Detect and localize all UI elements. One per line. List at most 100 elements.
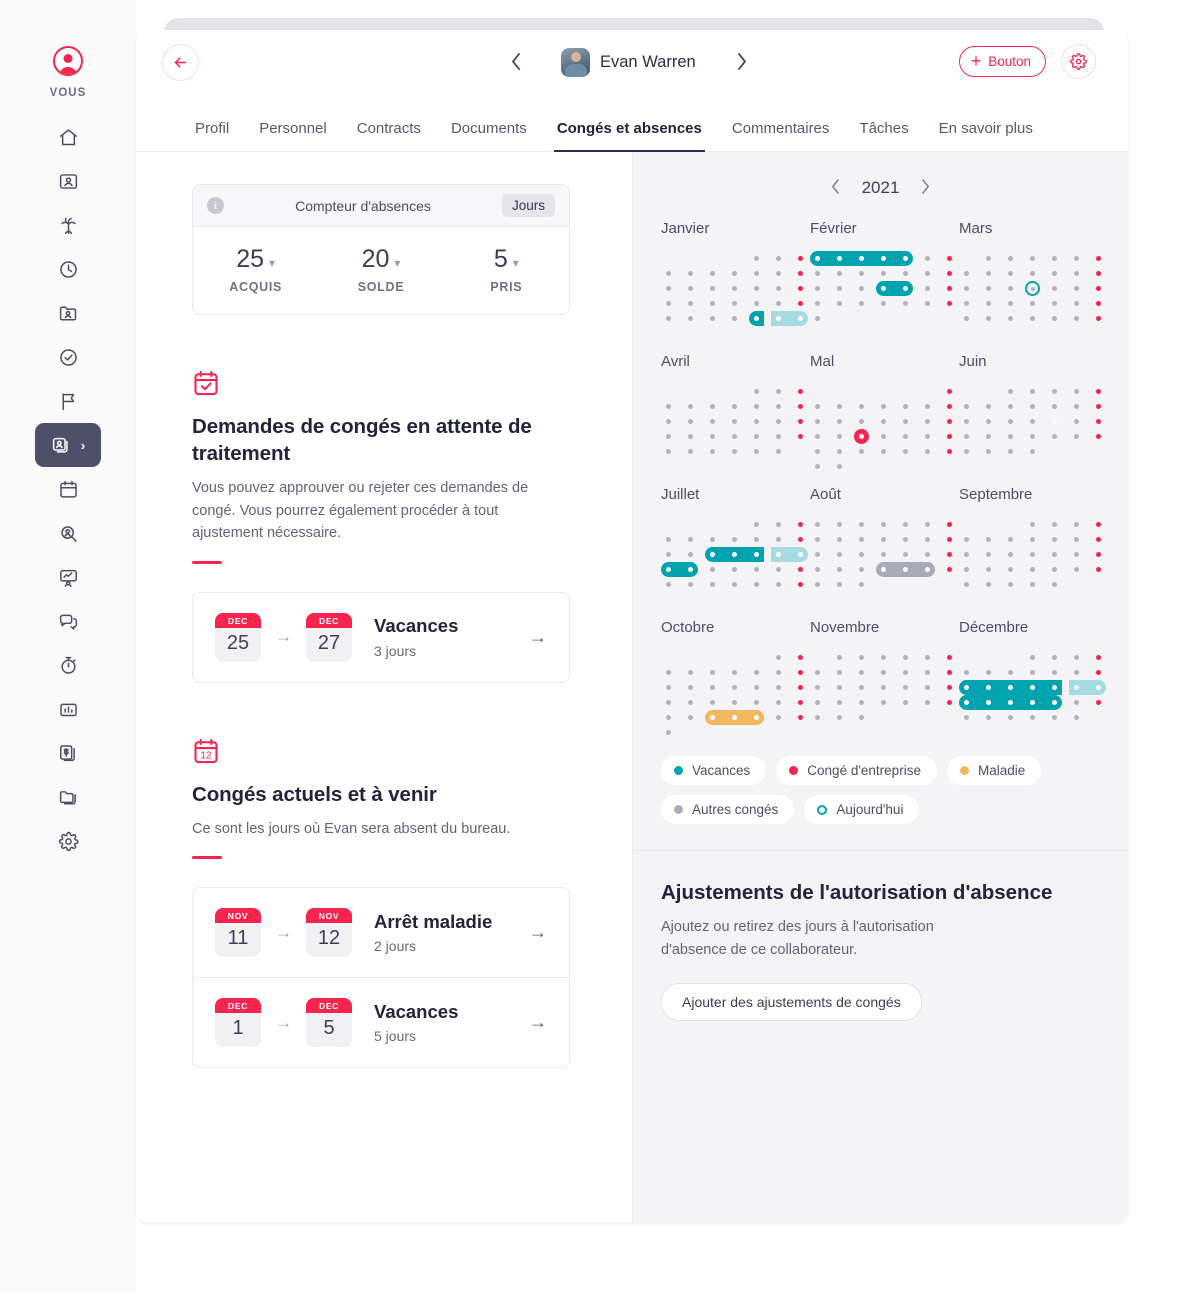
calendar-absence-pill[interactable] bbox=[959, 680, 1062, 695]
calendar-day-dot[interactable] bbox=[964, 715, 969, 720]
calendar-day-dot[interactable] bbox=[688, 301, 693, 306]
calendar-day-dot[interactable] bbox=[881, 271, 886, 276]
calendar-day-dot[interactable] bbox=[815, 449, 820, 454]
calendar-day-dot[interactable] bbox=[732, 434, 737, 439]
calendar-day-dot[interactable] bbox=[1052, 552, 1057, 557]
calendar-day-dot[interactable] bbox=[776, 286, 781, 291]
chevron-down-icon[interactable]: ▾ bbox=[269, 256, 275, 270]
calendar-day-dot[interactable] bbox=[859, 419, 864, 424]
leave-row[interactable]: DEC 25 → DEC 27 Vacances 3 jours → bbox=[193, 593, 569, 682]
calendar-day-dot[interactable] bbox=[1074, 670, 1079, 675]
calendar-day-dot[interactable] bbox=[776, 567, 781, 572]
calendar-day-dot[interactable] bbox=[925, 655, 930, 660]
calendar-day-dot[interactable] bbox=[688, 537, 693, 542]
calendar-day-dot[interactable] bbox=[798, 685, 803, 690]
calendar-day-dot[interactable] bbox=[964, 271, 969, 276]
calendar-day-dot[interactable] bbox=[859, 655, 864, 660]
calendar-day-dot[interactable] bbox=[754, 685, 759, 690]
sidebar-item-settings[interactable] bbox=[37, 819, 99, 863]
calendar-day-dot[interactable] bbox=[986, 670, 991, 675]
calendar-day-dot[interactable] bbox=[815, 419, 820, 424]
calendar-day-dot[interactable] bbox=[710, 286, 715, 291]
calendar-day-dot[interactable] bbox=[1096, 522, 1101, 527]
calendar-day-dot[interactable] bbox=[1030, 670, 1035, 675]
calendar-day-dot[interactable] bbox=[815, 434, 820, 439]
calendar-day-dot[interactable] bbox=[1096, 256, 1101, 261]
calendar-day-dot[interactable] bbox=[1030, 582, 1035, 587]
calendar-day-dot[interactable] bbox=[881, 537, 886, 542]
calendar-day-dot[interactable] bbox=[947, 419, 952, 424]
calendar-day-dot[interactable] bbox=[754, 419, 759, 424]
calendar-day-dot[interactable] bbox=[1052, 655, 1057, 660]
calendar-day-dot[interactable] bbox=[732, 567, 737, 572]
calendar-day-dot[interactable] bbox=[1074, 301, 1079, 306]
calendar-day-dot[interactable] bbox=[1096, 301, 1101, 306]
chevron-down-icon[interactable]: ▾ bbox=[394, 256, 400, 270]
calendar-day-dot[interactable] bbox=[881, 419, 886, 424]
calendar-day-dot[interactable] bbox=[903, 655, 908, 660]
calendar-day-dot[interactable] bbox=[881, 404, 886, 409]
calendar-day-dot[interactable] bbox=[776, 582, 781, 587]
calendar-day-dot[interactable] bbox=[710, 271, 715, 276]
calendar-day-dot[interactable] bbox=[732, 582, 737, 587]
calendar-day-dot[interactable] bbox=[837, 419, 842, 424]
legend-item[interactable]: Maladie bbox=[946, 756, 1042, 785]
calendar-day-dot[interactable] bbox=[837, 464, 842, 469]
calendar-day-dot[interactable] bbox=[964, 434, 969, 439]
calendar-absence-pill[interactable] bbox=[771, 311, 808, 326]
calendar-day-dot[interactable] bbox=[1008, 271, 1013, 276]
calendar-day-dot[interactable] bbox=[1052, 434, 1057, 439]
calendar-day-dot[interactable] bbox=[815, 670, 820, 675]
calendar-day-dot[interactable] bbox=[1052, 404, 1057, 409]
calendar-day-dot[interactable] bbox=[1008, 404, 1013, 409]
calendar-day-dot[interactable] bbox=[903, 537, 908, 542]
calendar-day-dot[interactable] bbox=[710, 670, 715, 675]
unit-toggle[interactable]: Jours bbox=[501, 194, 555, 217]
calendar-day-dot[interactable] bbox=[754, 582, 759, 587]
calendar-day-dot[interactable] bbox=[947, 256, 952, 261]
calendar-day-dot[interactable] bbox=[1030, 271, 1035, 276]
calendar-day-dot[interactable] bbox=[688, 286, 693, 291]
calendar-day-dot[interactable] bbox=[903, 404, 908, 409]
calendar-day-dot[interactable] bbox=[754, 286, 759, 291]
calendar-day-dot[interactable] bbox=[754, 271, 759, 276]
calendar-day-dot[interactable] bbox=[688, 419, 693, 424]
calendar-day-dot[interactable] bbox=[776, 537, 781, 542]
calendar-day-dot[interactable] bbox=[732, 419, 737, 424]
sidebar-item-tracking[interactable] bbox=[37, 643, 99, 687]
calendar-day-dot[interactable] bbox=[815, 537, 820, 542]
next-year-button[interactable] bbox=[921, 178, 930, 198]
calendar-day-dot[interactable] bbox=[815, 685, 820, 690]
calendar-day-dot[interactable] bbox=[732, 670, 737, 675]
calendar-day-dot[interactable] bbox=[925, 256, 930, 261]
calendar-day-dot[interactable] bbox=[925, 552, 930, 557]
calendar-day-dot[interactable] bbox=[776, 655, 781, 660]
calendar-day-dot[interactable] bbox=[947, 434, 952, 439]
calendar-day-dot[interactable] bbox=[947, 670, 952, 675]
calendar-day-dot[interactable] bbox=[1074, 552, 1079, 557]
calendar-day-dot[interactable] bbox=[986, 404, 991, 409]
calendar-day-dot[interactable] bbox=[666, 404, 671, 409]
calendar-day-dot[interactable] bbox=[732, 301, 737, 306]
calendar-day-dot[interactable] bbox=[947, 389, 952, 394]
chevron-down-icon[interactable]: ▾ bbox=[513, 256, 519, 270]
calendar-day-dot[interactable] bbox=[1052, 522, 1057, 527]
calendar-day-dot[interactable] bbox=[732, 700, 737, 705]
calendar-day-dot[interactable] bbox=[776, 404, 781, 409]
calendar-day-dot[interactable] bbox=[732, 286, 737, 291]
calendar-day-dot[interactable] bbox=[1074, 316, 1079, 321]
calendar-day-dot[interactable] bbox=[754, 522, 759, 527]
calendar-day-dot[interactable] bbox=[1030, 552, 1035, 557]
calendar-day-dot[interactable] bbox=[710, 316, 715, 321]
sidebar-item-documents[interactable] bbox=[37, 775, 99, 819]
calendar-day-dot[interactable] bbox=[837, 700, 842, 705]
calendar-day-dot[interactable] bbox=[1008, 567, 1013, 572]
calendar-day-dot[interactable] bbox=[947, 449, 952, 454]
calendar-day-dot[interactable] bbox=[837, 404, 842, 409]
sidebar-item-home[interactable] bbox=[37, 115, 99, 159]
calendar-absence-pill[interactable] bbox=[1069, 680, 1106, 695]
sidebar-item-time[interactable] bbox=[37, 247, 99, 291]
calendar-day-dot[interactable] bbox=[798, 715, 803, 720]
calendar-day-dot[interactable] bbox=[859, 552, 864, 557]
calendar-day-dot[interactable] bbox=[1008, 537, 1013, 542]
